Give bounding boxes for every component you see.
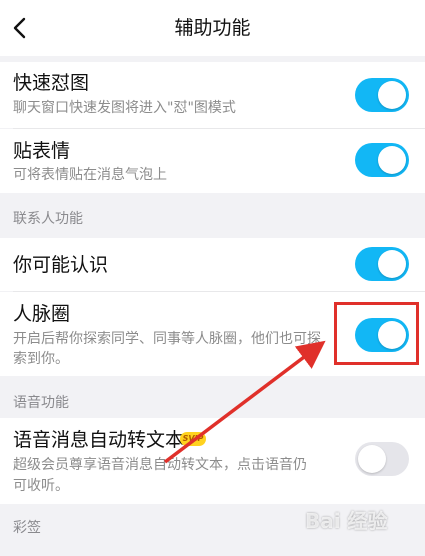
section-header-contacts: 联系人功能 [0,193,425,238]
section-label: 彩签 [13,520,41,536]
section-label: 联系人功能 [13,211,83,227]
setting-title: 贴表情 [13,140,71,162]
setting-title: 你可能认识 [13,254,109,276]
setting-description: 聊天窗口快速发图将进入"怼"图模式 [13,100,236,116]
setting-row-may-know: 你可能认识 [0,238,425,291]
setting-title: 快速怼图 [13,72,90,94]
setting-description-line1: 超级会员尊享语音消息自动转文本，点击语音仍 [13,457,307,473]
annotation-highlight-box [334,302,419,365]
toggle-knob [378,250,406,278]
setting-description: 可将表情贴在消息气泡上 [13,167,167,183]
sticker-toggle[interactable] [355,143,409,177]
setting-title: 语音消息自动转文本 [13,429,185,451]
quick-meme-toggle[interactable] [355,78,409,112]
setting-description-line1: 开启后帮你探索同学、同事等人脉圈，他们也可探 [13,331,321,347]
nav-bar: 辅助功能 [0,0,425,56]
page-title: 辅助功能 [174,17,251,39]
voice-to-text-toggle[interactable] [355,442,409,476]
setting-title: 人脉圈 [13,303,71,325]
toggle-knob [358,445,386,473]
setting-description-line2: 索到你。 [13,351,69,367]
may-know-toggle[interactable] [355,247,409,281]
toggle-knob [378,146,406,174]
watermark: Bai 经验 [305,509,388,533]
setting-row-sticker: 贴表情 可将表情贴在消息气泡上 [0,129,425,193]
section-header-voice: 语音功能 [0,376,425,418]
setting-row-quick-meme: 快速怼图 聊天窗口快速发图将进入"怼"图模式 [0,62,425,128]
svip-badge: SVIP [180,432,206,446]
toggle-knob [378,81,406,109]
setting-description-line2: 可收听。 [13,478,69,494]
setting-row-voice-to-text: 语音消息自动转文本 超级会员尊享语音消息自动转文本，点击语音仍 可收听。 [0,418,425,504]
section-label: 语音功能 [13,395,69,411]
